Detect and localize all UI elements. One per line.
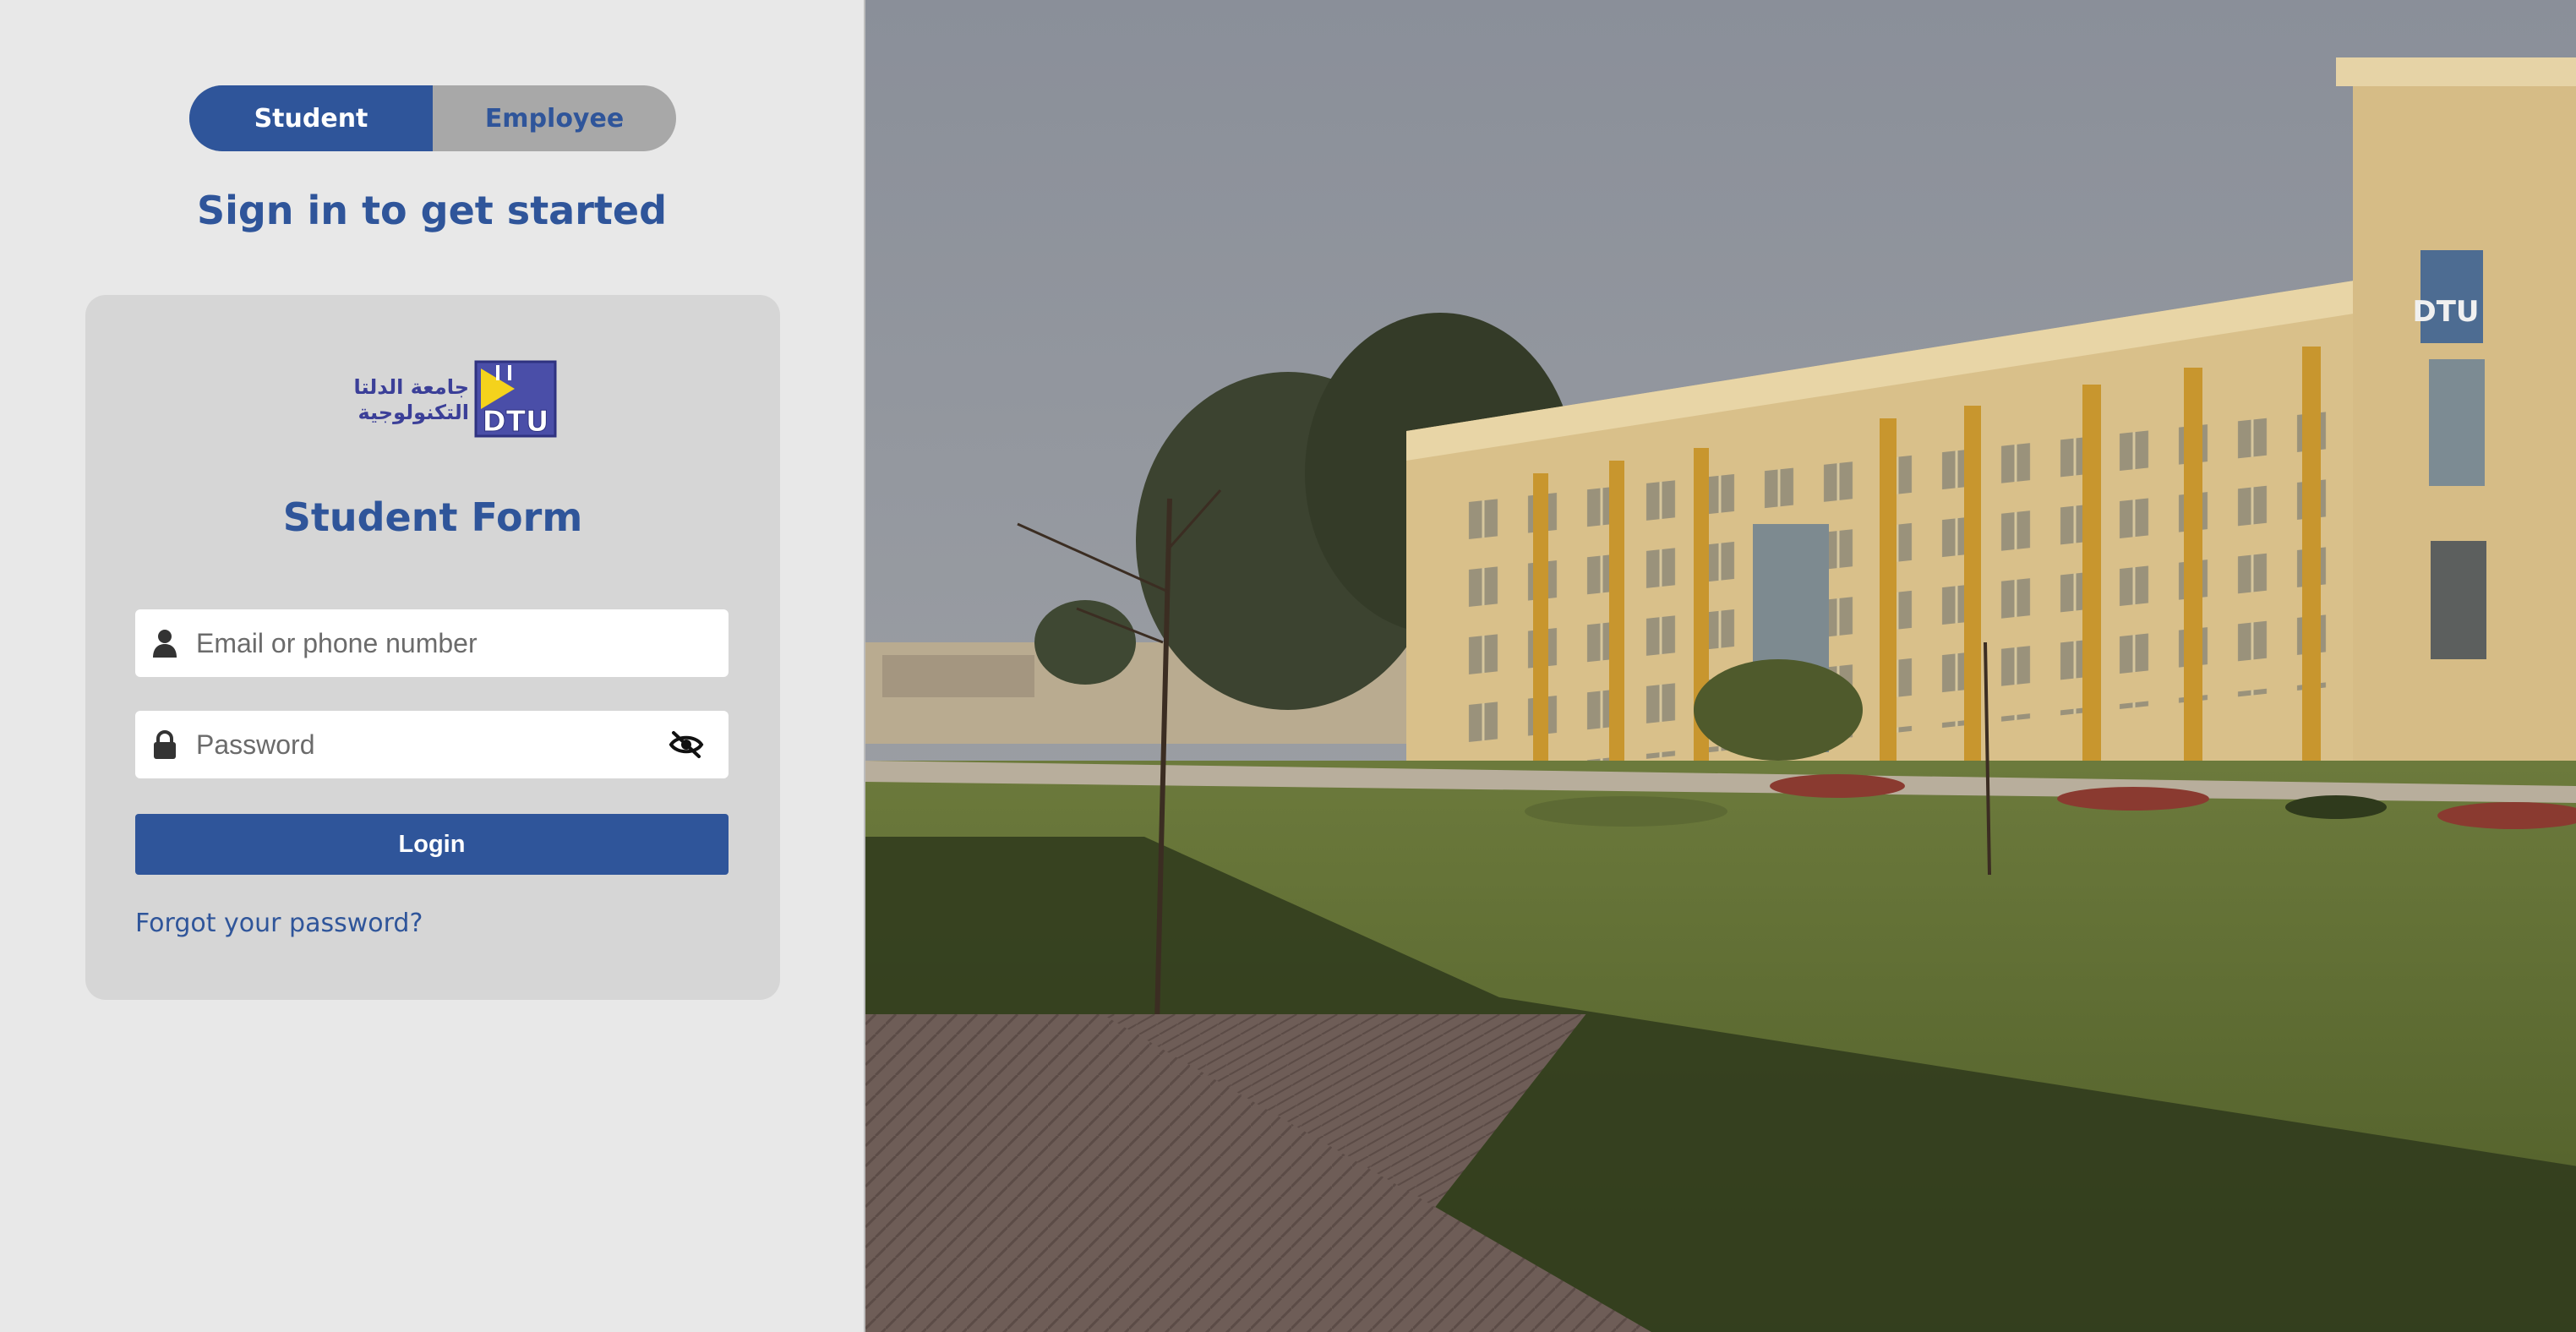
logo-arabic-line1: جامعة الدلتا [353, 375, 469, 399]
forgot-password-link[interactable]: Forgot your password? [135, 909, 423, 938]
dtu-logo: جامعة الدلتا التكنولوجية DTU [353, 360, 557, 438]
password-input[interactable] [196, 719, 668, 770]
login-panel: Student Employee Sign in to get started … [0, 0, 864, 1332]
campus-hero-image: DTU [864, 0, 2576, 1332]
lock-icon [152, 730, 177, 759]
page-title: Sign in to get started [196, 188, 668, 233]
campus-photo: DTU [865, 0, 2576, 1332]
user-icon [152, 629, 177, 658]
logo-arabic-line2: التكنولوجية [357, 401, 469, 424]
logo-abbr: DTU [482, 405, 548, 438]
form-title: Student Form [282, 494, 583, 540]
email-field [135, 609, 729, 677]
password-field [135, 711, 729, 778]
student-tab[interactable]: Student [189, 85, 433, 151]
employee-tab[interactable]: Employee [433, 85, 676, 151]
eye-slash-icon[interactable] [668, 728, 705, 762]
building-sign: DTU [2412, 295, 2479, 329]
login-card: جامعة الدلتا التكنولوجية DTU Student For… [85, 295, 780, 1000]
email-input[interactable] [196, 618, 729, 669]
login-button[interactable]: Login [135, 814, 729, 875]
role-toggle: Student Employee [189, 85, 676, 151]
